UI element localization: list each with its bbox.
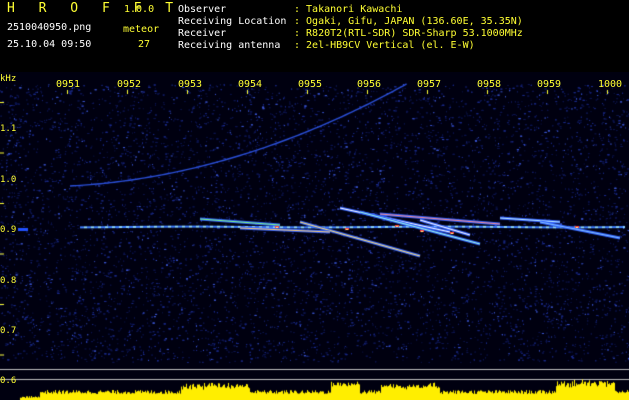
header-panel: H R O F F T 1.0.0 2510040950.png 25.10.0… <box>0 0 629 72</box>
meteor-label: meteor <box>123 24 160 35</box>
datetime: 25.10.04 09:50 <box>7 39 92 50</box>
info-value-antenna: : 2el-HB9CV Vertical (el. E-W) <box>294 40 475 51</box>
x-tick-label: 0956 <box>357 79 382 90</box>
x-tick-label: 0953 <box>178 79 203 90</box>
y-tick-label: 1.1 <box>0 124 17 134</box>
app-version: 1.0.0 <box>124 4 155 15</box>
x-tick-label: 0954 <box>238 79 263 90</box>
x-tick-label: 0955 <box>298 79 323 90</box>
y-tick-label: 0.9 <box>0 225 17 235</box>
x-tick-label: 1000 <box>598 79 623 90</box>
x-tick-label: 0957 <box>417 79 442 90</box>
info-value-location: : Ogaki, Gifu, JAPAN (136.60E, 35.35N) <box>294 16 523 27</box>
x-tick-label: 0959 <box>537 79 562 90</box>
info-label-location: Receiving Location <box>178 16 287 27</box>
axis-unit: kHz <box>0 74 17 84</box>
x-tick-label: 0958 <box>477 79 502 90</box>
filename: 2510040950.png <box>7 22 92 33</box>
y-tick-label: 1.0 <box>0 175 17 185</box>
meteor-count: 27 <box>138 39 151 50</box>
y-tick-label: 0.7 <box>0 326 17 336</box>
info-label-antenna: Receiving antenna <box>178 40 281 51</box>
info-value-receiver: : R820T2(RTL-SDR) SDR-Sharp 53.1000MHz <box>294 28 523 39</box>
spectrogram-canvas <box>0 72 629 364</box>
x-tick-label: 0951 <box>56 79 81 90</box>
info-label-receiver: Receiver <box>178 28 227 39</box>
signal-level-bars <box>0 364 629 400</box>
y-tick-label: 0.8 <box>0 276 17 286</box>
x-tick-label: 0952 <box>117 79 142 90</box>
app-title: H R O F F T <box>7 1 182 16</box>
info-label-observer: Observer <box>178 4 227 15</box>
y-tick-label: 0.6 <box>0 376 17 386</box>
info-value-observer: : Takanori Kawachi <box>294 4 403 15</box>
